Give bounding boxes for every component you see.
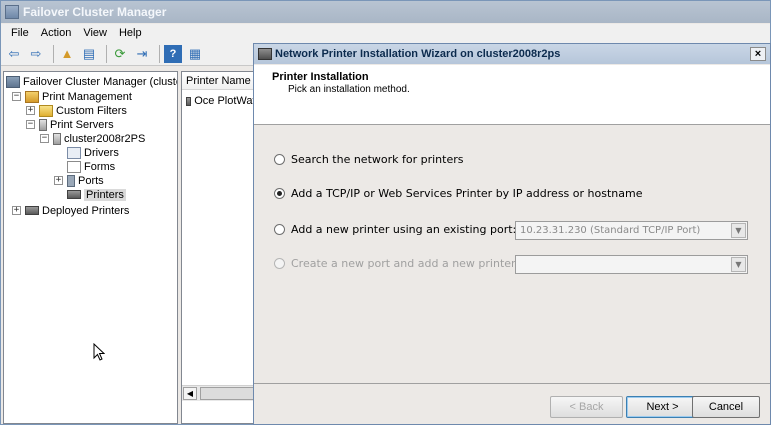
toolbar-separator xyxy=(53,44,54,63)
menu-view[interactable]: View xyxy=(83,27,107,39)
wizard-heading: Printer Installation xyxy=(272,71,369,83)
printer-icon xyxy=(186,96,192,106)
back-arrow-icon[interactable]: ⇦ xyxy=(5,45,23,63)
new-port-dropdown: ▼ xyxy=(515,255,748,274)
tree-label: Printers xyxy=(84,188,126,201)
tree-item-custom-filters[interactable]: + Custom Filters xyxy=(26,103,127,118)
printer-icon xyxy=(67,190,81,199)
drivers-icon xyxy=(67,146,81,159)
radio-button-disabled xyxy=(274,258,285,269)
tree-item-forms[interactable]: Forms xyxy=(67,159,115,174)
tree-item-deployed-printers[interactable]: + Deployed Printers xyxy=(12,203,129,218)
collapse-icon[interactable]: − xyxy=(26,120,35,129)
wizard-titlebar[interactable]: Network Printer Installation Wizard on c… xyxy=(254,44,770,64)
existing-port-value: 10.23.31.230 (Standard TCP/IP Port) xyxy=(520,225,701,236)
printer-icon xyxy=(258,48,272,60)
properties-icon[interactable]: ▦ xyxy=(186,45,204,63)
option-label: Add a TCP/IP or Web Services Printer by … xyxy=(291,187,643,200)
show-hide-tree-icon[interactable]: ▤ xyxy=(80,45,98,63)
tree-pane[interactable]: Failover Cluster Manager (cluster2 − Pri… xyxy=(3,71,178,424)
cluster-icon xyxy=(6,75,20,88)
wizard-subheading: Pick an installation method. xyxy=(288,84,410,95)
tree-item-root[interactable]: Failover Cluster Manager (cluster2 xyxy=(6,74,178,89)
scrollbar-thumb[interactable] xyxy=(200,387,258,400)
menubar: File Action View Help xyxy=(1,24,770,42)
tree-label: Print Servers xyxy=(50,118,114,131)
main-titlebar[interactable]: Failover Cluster Manager xyxy=(1,1,770,23)
radio-button[interactable] xyxy=(274,154,285,165)
close-icon[interactable]: × xyxy=(750,47,766,61)
option-add-tcpip-printer[interactable]: Add a TCP/IP or Web Services Printer by … xyxy=(274,187,642,200)
wizard-title: Network Printer Installation Wizard on c… xyxy=(275,48,561,60)
menu-help[interactable]: Help xyxy=(119,27,142,39)
expand-icon[interactable]: + xyxy=(26,106,35,115)
forward-arrow-icon[interactable]: ⇨ xyxy=(27,45,45,63)
printer-installation-wizard: Network Printer Installation Wizard on c… xyxy=(253,43,771,425)
mouse-pointer-icon xyxy=(93,343,105,361)
collapse-icon[interactable]: − xyxy=(40,134,49,143)
tree-label: cluster2008r2PS xyxy=(64,132,146,145)
ports-icon xyxy=(67,174,75,187)
toolbar-separator xyxy=(106,44,107,63)
print-management-icon xyxy=(25,90,39,103)
tree-item-printers[interactable]: Printers xyxy=(67,187,126,202)
cancel-button[interactable]: Cancel xyxy=(692,396,760,418)
tree-label: Print Management xyxy=(42,90,132,103)
scroll-left-icon[interactable]: ◀ xyxy=(183,387,197,400)
radio-button[interactable] xyxy=(274,224,285,235)
tree-label: Forms xyxy=(84,160,116,173)
tree-item-server[interactable]: − cluster2008r2PS xyxy=(40,131,145,146)
tree-label: Custom Filters xyxy=(56,104,127,117)
printer-list-pane[interactable]: Printer Name Oce PlotWav ◀ xyxy=(181,71,259,424)
up-folder-icon[interactable]: ▲ xyxy=(58,45,76,63)
tree-label: Ports xyxy=(78,174,104,187)
option-search-network[interactable]: Search the network for printers xyxy=(274,153,464,166)
filter-folder-icon xyxy=(39,104,53,117)
server-icon xyxy=(53,132,61,145)
footer-divider xyxy=(254,383,770,384)
column-header-printer-name[interactable]: Printer Name xyxy=(182,72,258,90)
refresh-icon[interactable]: ⟳ xyxy=(111,45,129,63)
tree-label: Deployed Printers xyxy=(42,204,130,217)
expand-icon[interactable]: + xyxy=(54,176,63,185)
export-list-icon[interactable]: ⇥ xyxy=(133,45,151,63)
next-button[interactable]: Next > xyxy=(626,396,699,418)
forms-icon xyxy=(67,160,81,173)
tree-item-print-servers[interactable]: − Print Servers xyxy=(26,117,114,132)
cluster-manager-icon xyxy=(5,5,19,19)
existing-port-dropdown[interactable]: 10.23.31.230 (Standard TCP/IP Port) ▼ xyxy=(515,221,748,240)
tree-item-ports[interactable]: + Ports xyxy=(54,173,104,188)
tree-item-drivers[interactable]: Drivers xyxy=(67,145,119,160)
option-label: Search the network for printers xyxy=(291,153,464,166)
option-label: Add a new printer using an existing port… xyxy=(291,223,517,236)
menu-file[interactable]: File xyxy=(11,27,29,39)
menu-action[interactable]: Action xyxy=(41,27,72,39)
radio-button-selected[interactable] xyxy=(274,188,285,199)
option-label: Create a new port and add a new printer: xyxy=(291,257,520,270)
main-window-title: Failover Cluster Manager xyxy=(23,5,167,19)
option-existing-port[interactable]: Add a new printer using an existing port… xyxy=(274,223,516,236)
list-item-label: Oce PlotWav xyxy=(194,95,258,107)
wizard-header: Printer Installation Pick an installatio… xyxy=(254,65,770,125)
printer-icon xyxy=(25,206,39,215)
horizontal-scrollbar[interactable]: ◀ xyxy=(182,385,258,401)
tree-label: Failover Cluster Manager (cluster2 xyxy=(23,75,178,88)
chevron-down-icon[interactable]: ▼ xyxy=(731,223,746,238)
tree-label: Drivers xyxy=(84,146,119,159)
option-create-new-port: Create a new port and add a new printer: xyxy=(274,257,519,270)
list-item[interactable]: Oce PlotWav xyxy=(182,93,258,109)
help-icon[interactable]: ? xyxy=(164,44,182,63)
toolbar-separator xyxy=(159,44,160,63)
chevron-down-icon: ▼ xyxy=(731,257,746,272)
collapse-icon[interactable]: − xyxy=(12,92,21,101)
back-button: < Back xyxy=(550,396,623,418)
server-icon xyxy=(39,118,47,131)
tree-item-print-management[interactable]: − Print Management xyxy=(12,89,132,104)
column-header-label: Printer Name xyxy=(186,74,251,87)
expand-icon[interactable]: + xyxy=(12,206,21,215)
